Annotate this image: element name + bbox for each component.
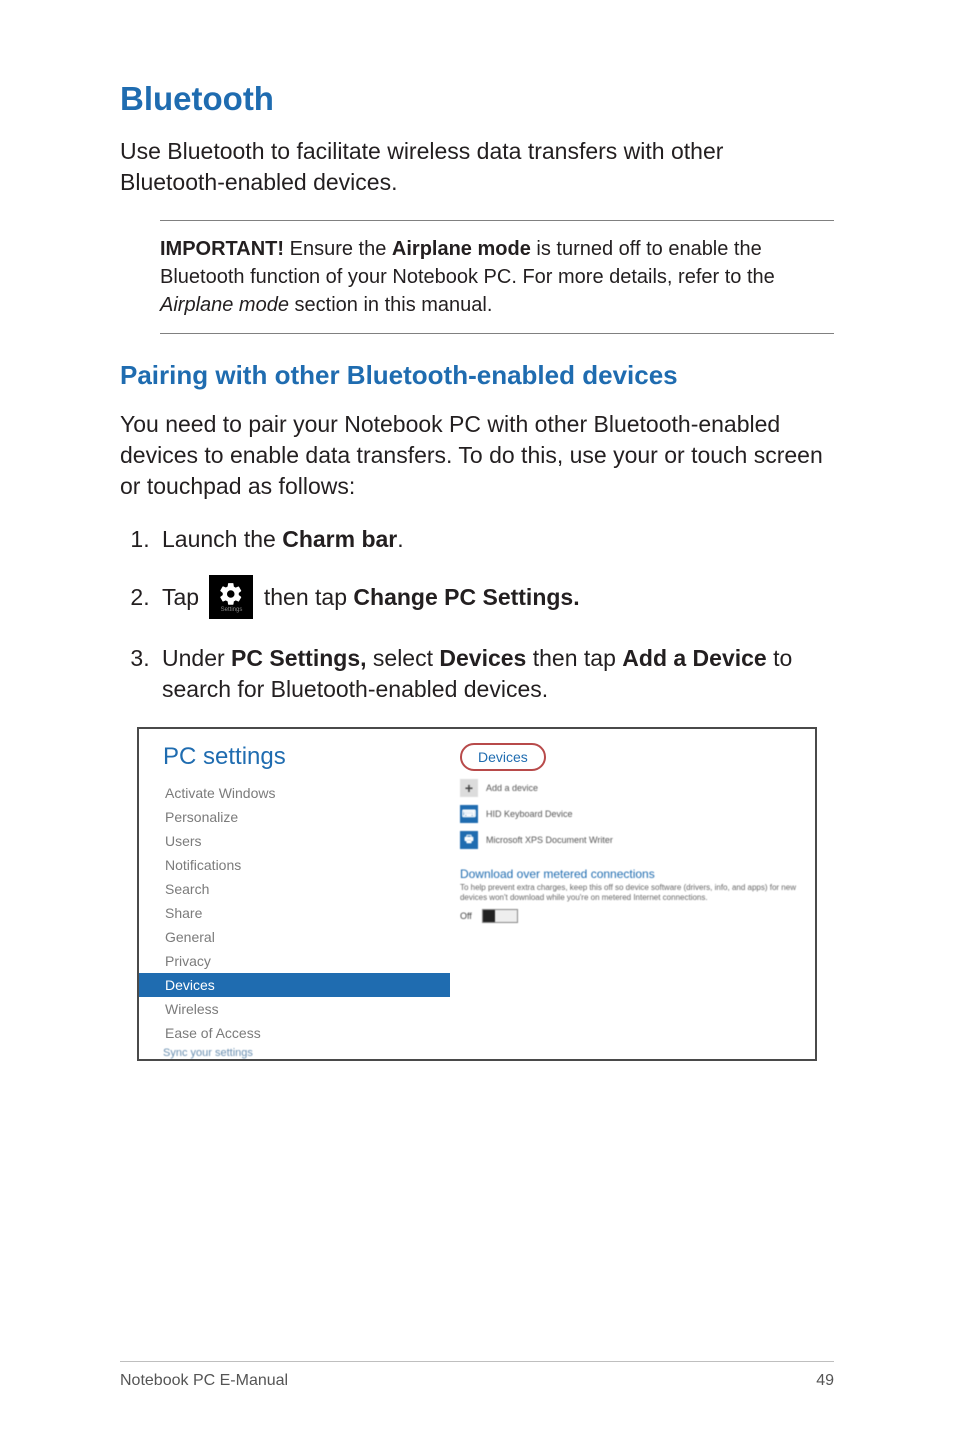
note-ital: Airplane mode [160, 294, 289, 316]
keyboard-icon: ⌨ [460, 805, 478, 823]
sidebar-item-general[interactable]: General [163, 925, 450, 949]
settings-charm-icon: Settings [209, 575, 253, 619]
sidebar-item-activate-windows[interactable]: Activate Windows [163, 781, 450, 805]
add-device-label: Add a device [486, 783, 538, 793]
sidebar-item-ease-of-access[interactable]: Ease of Access [163, 1021, 450, 1045]
shot-sidebar: PC settings Activate Windows Personalize… [139, 729, 450, 1059]
device-xps-label: Microsoft XPS Document Writer [486, 835, 613, 845]
download-text: To help prevent extra charges, keep this… [460, 883, 801, 902]
step1-text-c: . [397, 526, 403, 552]
step3-a: Under [162, 645, 231, 671]
step3-e: then tap [526, 645, 622, 671]
settings-charm-label: Settings [221, 607, 243, 613]
step-1: Launch the Charm bar. [156, 524, 834, 555]
pc-settings-screenshot: PC settings Activate Windows Personalize… [137, 727, 817, 1061]
step3-b: PC Settings, [231, 645, 366, 671]
add-device-row[interactable]: + Add a device [460, 779, 801, 797]
step3-c: select [367, 645, 440, 671]
sidebar-item-privacy[interactable]: Privacy [163, 949, 450, 973]
heading-pairing: Pairing with other Bluetooth-enabled dev… [120, 360, 834, 391]
sidebar-item-search[interactable]: Search [163, 877, 450, 901]
step-2: Tap Settings then tap Change PC Settings… [156, 577, 834, 621]
printer-icon: 🖶 [460, 831, 478, 849]
toggle-off-label: Off [460, 911, 472, 921]
device-row-xps[interactable]: 🖶 Microsoft XPS Document Writer [460, 831, 801, 849]
sidebar-item-personalize[interactable]: Personalize [163, 805, 450, 829]
sidebar-item-notifications[interactable]: Notifications [163, 853, 450, 877]
step2-text-b: then tap [264, 584, 354, 610]
sidebar-item-devices[interactable]: Devices [139, 973, 450, 997]
note-text-3: section in this manual. [289, 294, 492, 316]
step1-text-a: Launch the [162, 526, 282, 552]
intro-paragraph: Use Bluetooth to facilitate wireless dat… [120, 136, 834, 198]
page-footer: Notebook PC E-Manual 49 [120, 1361, 834, 1390]
footer-left: Notebook PC E-Manual [120, 1372, 288, 1390]
step-3: Under PC Settings, select Devices then t… [156, 643, 834, 705]
metered-toggle[interactable] [482, 909, 518, 923]
sidebar-item-wireless[interactable]: Wireless [163, 997, 450, 1021]
heading-bluetooth: Bluetooth [120, 80, 834, 118]
shot-title: PC settings [163, 743, 450, 771]
note-emph-1: Airplane mode [392, 238, 531, 260]
step3-d: Devices [439, 645, 526, 671]
important-note: IMPORTANT! Ensure the Airplane mode is t… [160, 220, 834, 334]
sidebar-item-cutoff: Sync your settings [163, 1047, 450, 1059]
pairing-paragraph: You need to pair your Notebook PC with o… [120, 409, 834, 502]
footer-page-number: 49 [816, 1372, 834, 1390]
device-row-keyboard[interactable]: ⌨ HID Keyboard Device [460, 805, 801, 823]
shot-main: Devices + Add a device ⌨ HID Keyboard De… [450, 729, 815, 1059]
gear-icon [218, 581, 244, 607]
step3-f: Add a Device [622, 645, 766, 671]
device-keyboard-label: HID Keyboard Device [486, 809, 573, 819]
sidebar-item-share[interactable]: Share [163, 901, 450, 925]
download-heading: Download over metered connections [460, 867, 801, 881]
plus-icon: + [460, 779, 478, 797]
note-text-1: Ensure the [284, 238, 392, 260]
note-prefix: IMPORTANT! [160, 238, 284, 260]
steps-list: Launch the Charm bar. Tap Settings then … [120, 524, 834, 705]
step1-bold: Charm bar [282, 526, 397, 552]
devices-heading-circled: Devices [460, 743, 546, 771]
sidebar-item-users[interactable]: Users [163, 829, 450, 853]
step2-bold: Change PC Settings. [353, 584, 579, 610]
step2-text-a: Tap [162, 584, 205, 610]
